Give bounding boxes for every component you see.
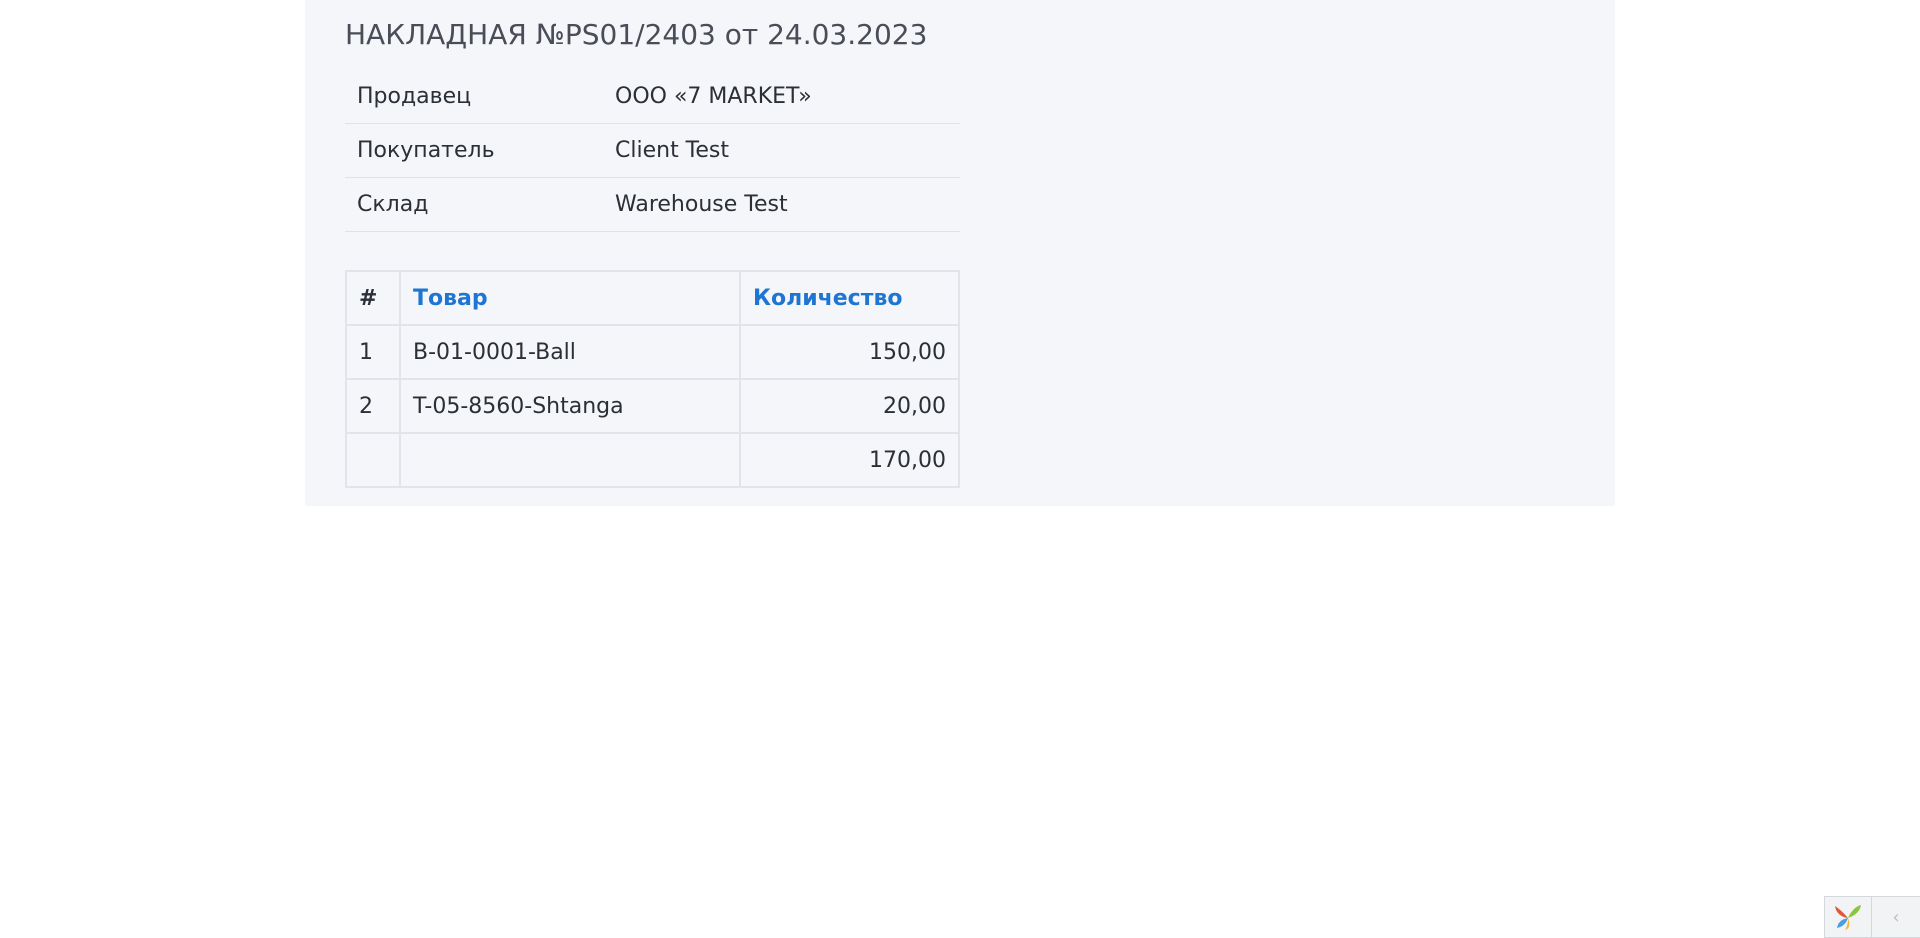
sort-link-product[interactable]: Товар (413, 286, 488, 311)
info-row-buyer: Покупатель Client Test (345, 123, 960, 178)
info-value: ООО «7 MARKET» (603, 70, 960, 124)
items-table: # Товар Количество 1 B-01-0001-Ball 150,… (345, 270, 960, 488)
info-row-seller: Продавец ООО «7 MARKET» (345, 70, 960, 124)
row-quantity: 20,00 (739, 378, 960, 434)
total-num (345, 432, 401, 488)
page-title: НАКЛАДНАЯ №PS01/2403 от 24.03.2023 (345, 18, 928, 51)
table-row: 1 B-01-0001-Ball 150,00 (345, 324, 960, 380)
column-header-quantity[interactable]: Количество (739, 270, 960, 326)
row-num: 2 (345, 378, 401, 434)
document-content: НАКЛАДНАЯ №PS01/2403 от 24.03.2023 Прода… (345, 0, 961, 488)
column-header-num: # (345, 270, 401, 326)
row-product: B-01-0001-Ball (399, 324, 741, 380)
info-value: Client Test (603, 123, 960, 178)
info-label: Склад (345, 177, 603, 232)
row-num: 1 (345, 324, 401, 380)
chevron-left-icon[interactable]: ‹ (1872, 897, 1920, 937)
info-table: Продавец ООО «7 MARKET» Покупатель Clien… (345, 70, 960, 232)
info-label: Продавец (345, 70, 603, 124)
total-product (399, 432, 741, 488)
document-page: НАКЛАДНАЯ №PS01/2403 от 24.03.2023 Прода… (305, 0, 1615, 506)
table-header-row: # Товар Количество (345, 270, 960, 326)
sort-link-quantity[interactable]: Количество (753, 286, 902, 311)
debug-toolbar: ‹ (1824, 896, 1920, 938)
column-header-product[interactable]: Товар (399, 270, 741, 326)
total-quantity: 170,00 (739, 432, 960, 488)
table-total-row: 170,00 (345, 432, 960, 488)
info-value: Warehouse Test (603, 177, 960, 232)
table-row: 2 T-05-8560-Shtanga 20,00 (345, 378, 960, 434)
yii-logo-icon[interactable] (1825, 897, 1872, 937)
row-product: T-05-8560-Shtanga (399, 378, 741, 434)
info-row-warehouse: Склад Warehouse Test (345, 177, 960, 232)
info-label: Покупатель (345, 123, 603, 178)
row-quantity: 150,00 (739, 324, 960, 380)
